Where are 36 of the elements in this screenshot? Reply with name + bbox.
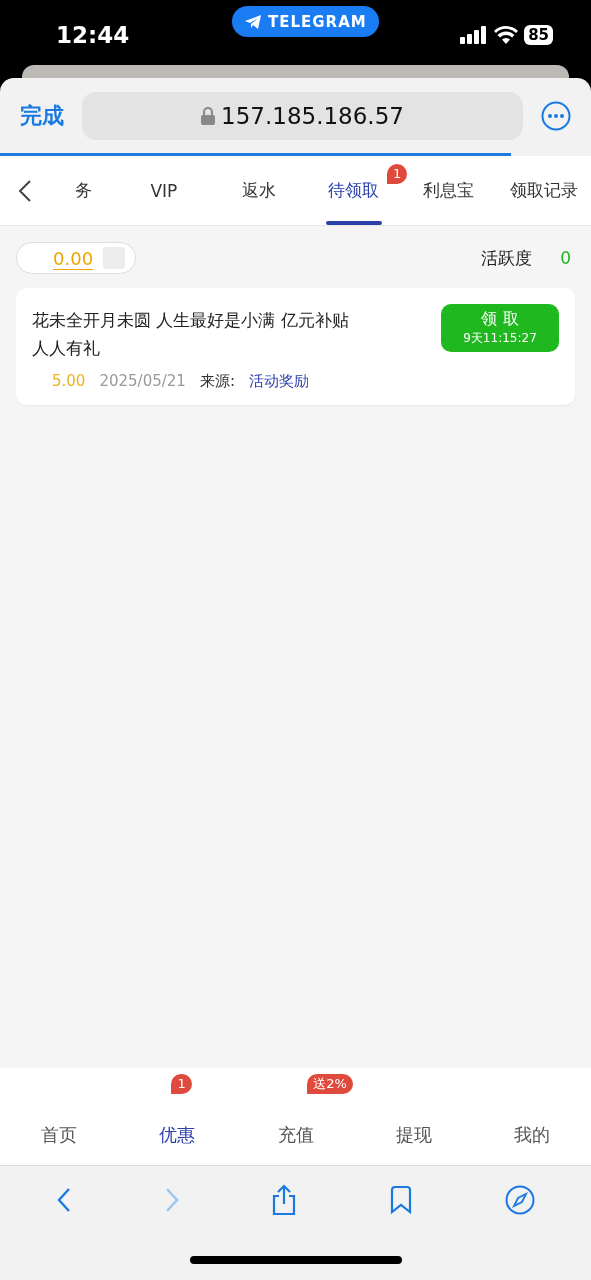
- activity-label: 活跃度: [481, 246, 533, 270]
- category-tab[interactable]: 务: [74, 156, 92, 225]
- wifi-icon: [494, 25, 519, 44]
- back-icon[interactable]: [18, 178, 32, 203]
- nav-tab[interactable]: 我的: [513, 1123, 550, 1147]
- count-badge: 1: [386, 164, 408, 184]
- done-button[interactable]: 完成: [20, 100, 64, 131]
- reward-title: 花未全开月未圆 人生最好是小满 亿元补贴人人有礼: [32, 309, 350, 360]
- bookmark-icon[interactable]: [389, 1185, 414, 1215]
- source-link[interactable]: 活动奖励: [248, 372, 309, 391]
- promo-badge: 1: [171, 1074, 192, 1094]
- share-icon[interactable]: [271, 1184, 298, 1216]
- category-tab[interactable]: 待领取: [328, 156, 380, 225]
- category-tab[interactable]: 利息宝: [423, 156, 475, 225]
- battery-level: 85: [524, 24, 553, 45]
- activity-value: 0: [560, 248, 571, 268]
- nav-tab[interactable]: 提现: [395, 1123, 432, 1147]
- reward-date: 2025/05/21: [99, 372, 186, 390]
- nav-tab[interactable]: 充值: [277, 1123, 314, 1147]
- paper-plane-icon: [244, 13, 262, 30]
- category-tab[interactable]: VIP: [150, 156, 178, 225]
- promo-badge: 送2%: [307, 1074, 353, 1094]
- category-tab[interactable]: 领取记录: [509, 156, 578, 225]
- more-icon[interactable]: [541, 100, 571, 131]
- signal-icon: [460, 25, 489, 44]
- clock-time: 12:44: [56, 21, 130, 48]
- nav-tab[interactable]: 首页: [41, 1123, 78, 1147]
- balance-pill: 0.00: [16, 242, 137, 274]
- reward-amount: 5.00: [52, 372, 86, 390]
- nav-tab[interactable]: 优惠: [159, 1123, 196, 1147]
- address-bar[interactable]: 157.185.186.57: [82, 91, 523, 140]
- lock-icon: [201, 106, 216, 125]
- category-tab[interactable]: 返水: [241, 156, 276, 225]
- source-label: 来源:: [199, 372, 235, 391]
- compass-icon[interactable]: [505, 1185, 536, 1215]
- app-return-pill[interactable]: TELEGRAM: [232, 6, 379, 37]
